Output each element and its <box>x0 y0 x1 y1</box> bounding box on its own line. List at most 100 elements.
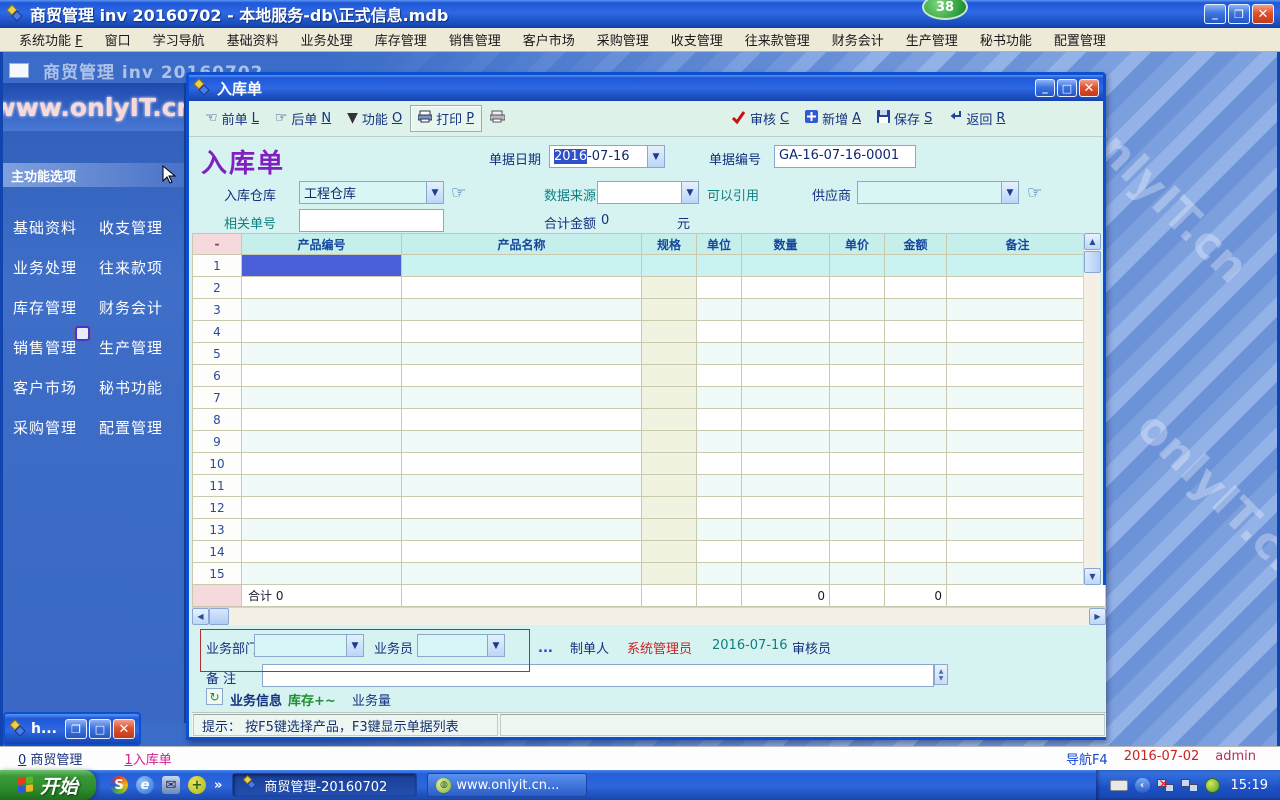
grid-cell[interactable] <box>742 343 830 365</box>
grid-cell[interactable] <box>697 519 742 541</box>
grid-cell[interactable] <box>830 497 885 519</box>
mail-icon[interactable]: ✉ <box>162 776 180 794</box>
menu-item-5[interactable]: 库存管理 <box>364 28 438 51</box>
chevron-down-icon[interactable]: ▼ <box>346 635 363 656</box>
sidebar-item-10[interactable]: 采购管理 <box>13 417 99 438</box>
grid-cell[interactable] <box>697 321 742 343</box>
menu-item-11[interactable]: 财务会计 <box>821 28 895 51</box>
sidebar-item-8[interactable]: 客户市场 <box>13 377 99 398</box>
grid-cell[interactable] <box>885 299 947 321</box>
pointing-hand-icon[interactable]: ☞ <box>451 183 466 203</box>
grid-cell[interactable] <box>885 497 947 519</box>
stock-link[interactable]: 库存+~ <box>288 690 336 709</box>
grid-cell[interactable] <box>642 343 697 365</box>
grid-cell[interactable] <box>697 387 742 409</box>
sidebar-item-11[interactable]: 配置管理 <box>99 417 185 438</box>
grid-cell[interactable] <box>697 563 742 585</box>
footer-tab-main[interactable]: 0 商贸管理 <box>18 749 82 768</box>
scroll-right-icon[interactable]: ▶ <box>1089 608 1106 625</box>
grid-cell[interactable] <box>402 431 642 453</box>
grid-cell[interactable] <box>742 387 830 409</box>
grid-cell[interactable] <box>830 277 885 299</box>
grid-cell[interactable] <box>947 453 1089 475</box>
column-header-4[interactable]: 单位 <box>697 233 742 255</box>
doc-no-input[interactable]: GA-16-07-16-0001 <box>774 145 916 168</box>
grid-cell[interactable] <box>242 343 402 365</box>
grid-cell[interactable] <box>947 321 1089 343</box>
supplier-combobox[interactable]: ▼ <box>857 181 1019 204</box>
grid-cell[interactable] <box>742 431 830 453</box>
chevron-down-icon[interactable]: ▼ <box>1001 182 1018 203</box>
business-info-link[interactable]: 业务信息 <box>230 690 282 709</box>
column-header-2[interactable]: 产品名称 <box>402 233 642 255</box>
grid-cell[interactable] <box>642 453 697 475</box>
dept-combobox[interactable]: ▼ <box>254 634 364 657</box>
grid-cell[interactable] <box>742 409 830 431</box>
chevron-down-icon[interactable]: ▼ <box>647 146 664 167</box>
grid-cell[interactable] <box>242 519 402 541</box>
grid-cell[interactable] <box>742 299 830 321</box>
grid-cell[interactable] <box>642 563 697 585</box>
refresh-icon[interactable]: ↻ <box>206 688 223 705</box>
grid-cell[interactable] <box>830 321 885 343</box>
vertical-scroll-thumb[interactable] <box>1084 251 1101 273</box>
form-close-button[interactable]: ✕ <box>1079 79 1099 97</box>
column-header-5[interactable]: 数量 <box>742 233 830 255</box>
grid-cell[interactable] <box>885 563 947 585</box>
remark-input[interactable] <box>262 664 934 687</box>
grid-cell[interactable] <box>947 563 1089 585</box>
grid-cell[interactable] <box>830 387 885 409</box>
sidebar-item-1[interactable]: 收支管理 <box>99 217 185 238</box>
vertical-scrollbar[interactable]: ▲ ▼ <box>1083 233 1100 585</box>
site-banner[interactable]: www.onlyIT.cn <box>3 83 184 131</box>
toolbar-button-printer[interactable] <box>482 106 513 131</box>
grid-cell[interactable] <box>697 497 742 519</box>
form-minimize-button[interactable]: _ <box>1035 79 1055 97</box>
grid-cell[interactable] <box>742 277 830 299</box>
grid-cell[interactable] <box>742 453 830 475</box>
grid-cell[interactable] <box>697 277 742 299</box>
column-header-6[interactable]: 单价 <box>830 233 885 255</box>
grid-cell[interactable] <box>830 255 885 277</box>
grid-cell[interactable] <box>830 453 885 475</box>
grid-cell[interactable] <box>885 453 947 475</box>
grid-cell[interactable] <box>242 497 402 519</box>
grid-cell[interactable] <box>742 497 830 519</box>
menu-item-1[interactable]: 窗口 <box>94 28 142 51</box>
menu-item-13[interactable]: 秘书功能 <box>969 28 1043 51</box>
toolbar-button-返回[interactable]: 返回R <box>940 105 1013 132</box>
grid-cell[interactable] <box>642 431 697 453</box>
grid-cell[interactable] <box>402 255 642 277</box>
grid-cell[interactable] <box>742 255 830 277</box>
grid-cell[interactable] <box>947 431 1089 453</box>
grid-cell[interactable] <box>642 541 697 563</box>
grid-cell[interactable] <box>697 365 742 387</box>
chevron-more-icon[interactable]: » <box>214 778 222 793</box>
grid-cell[interactable] <box>947 497 1089 519</box>
mini-restore-button[interactable]: ❐ <box>65 719 87 739</box>
mini-close-button[interactable]: ✕ <box>113 719 135 739</box>
messenger-swirl-icon[interactable]: S <box>110 776 128 794</box>
grid-cell[interactable] <box>830 299 885 321</box>
grid-cell[interactable] <box>642 519 697 541</box>
grid-cell[interactable] <box>885 343 947 365</box>
toolbar-button-审核[interactable]: 审核C <box>723 105 797 132</box>
warehouse-combobox[interactable]: 工程仓库 ▼ <box>299 181 444 204</box>
grid-cell[interactable] <box>885 519 947 541</box>
grid-cell[interactable] <box>402 497 642 519</box>
grid-cell[interactable] <box>830 409 885 431</box>
grid-cell[interactable] <box>885 255 947 277</box>
grid-cell[interactable] <box>742 475 830 497</box>
grid-cell[interactable] <box>947 343 1089 365</box>
grid-cell[interactable] <box>402 343 642 365</box>
menu-item-7[interactable]: 客户市场 <box>512 28 586 51</box>
volume-link[interactable]: 业务量 <box>352 690 391 709</box>
more-button[interactable]: ... <box>538 641 553 656</box>
form-titlebar[interactable]: 入库单 _ □ ✕ <box>189 75 1103 101</box>
grid-cell[interactable] <box>742 541 830 563</box>
antivirus-icon[interactable] <box>1205 778 1220 793</box>
grid-cell[interactable] <box>885 321 947 343</box>
menu-item-12[interactable]: 生产管理 <box>895 28 969 51</box>
grid-cell[interactable] <box>885 409 947 431</box>
grid-cell[interactable] <box>947 387 1089 409</box>
